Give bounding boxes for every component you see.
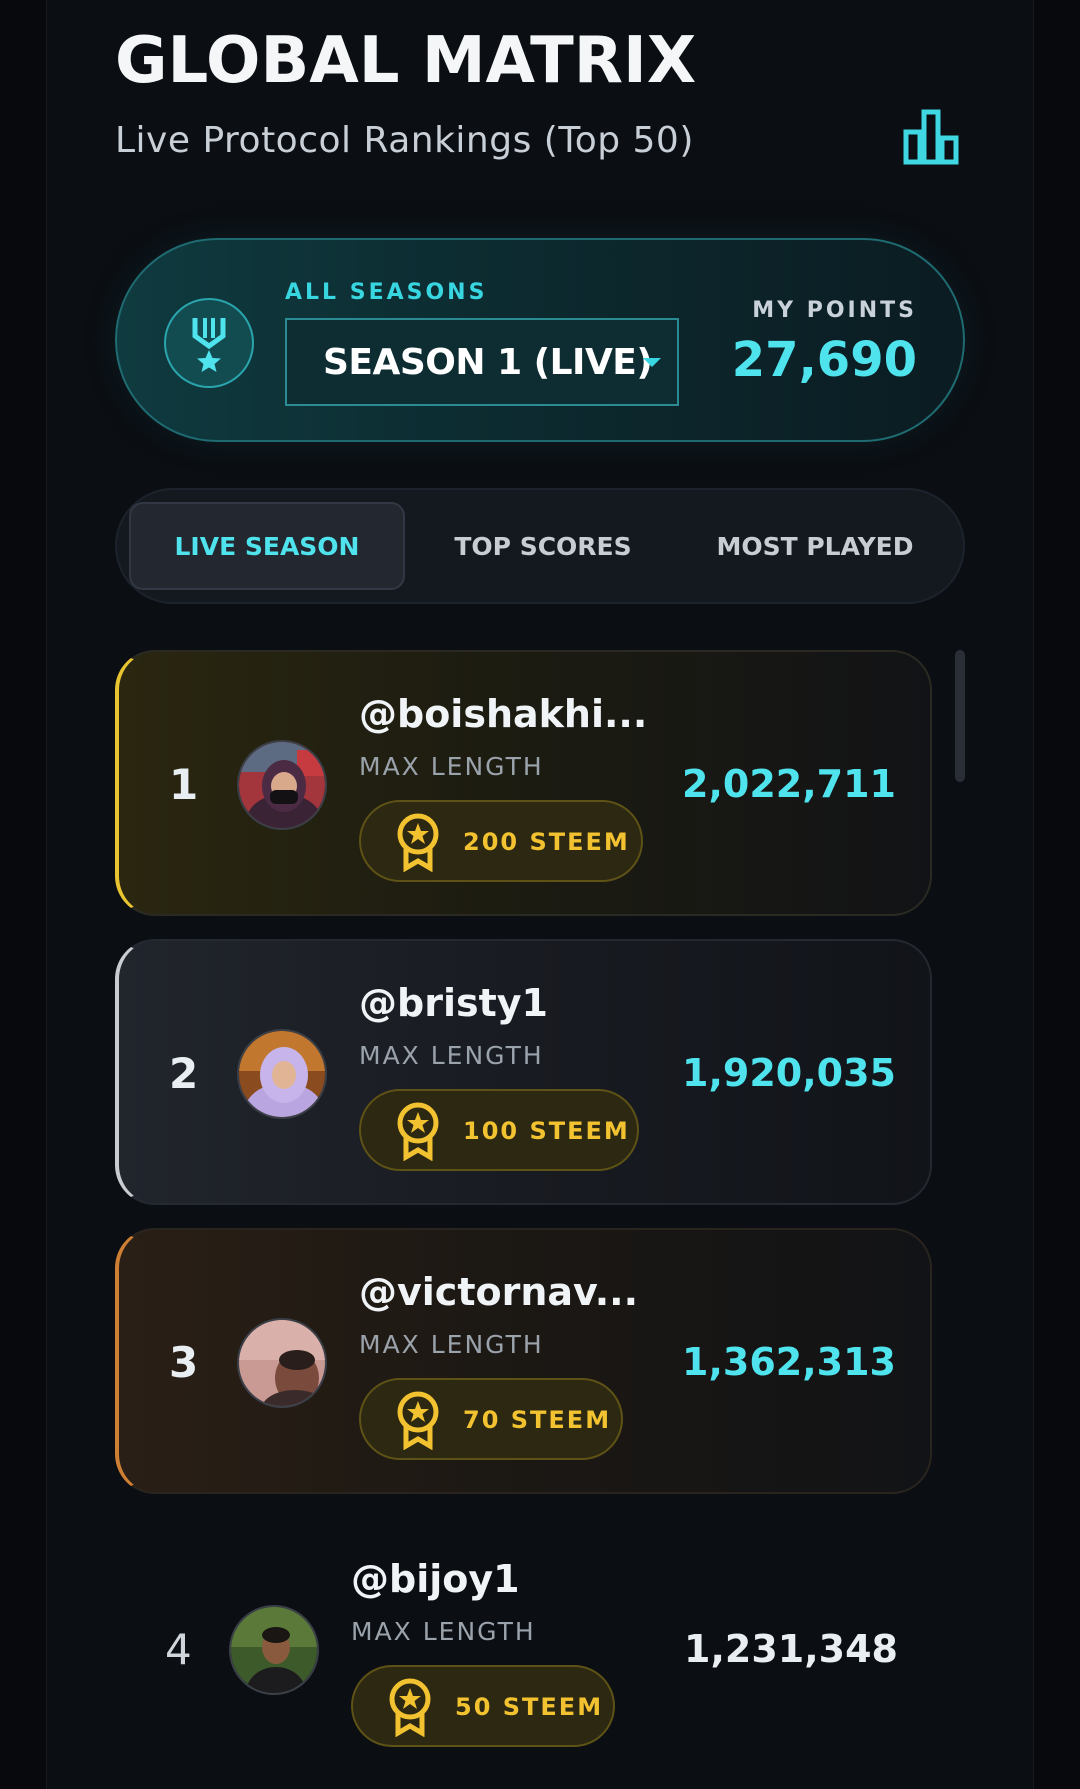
rank-number: 3 (169, 1338, 199, 1387)
bar-chart-icon[interactable] (900, 108, 962, 166)
username[interactable]: @victornav... (359, 1270, 638, 1314)
avatar (229, 1605, 319, 1695)
prize-amount: 70 STEEM (463, 1406, 612, 1434)
award-icon (397, 1102, 439, 1161)
avatar (237, 1318, 327, 1408)
metric-label: MAX LENGTH (359, 1041, 544, 1070)
medal-icon (164, 298, 254, 388)
rank-number: 2 (169, 1049, 199, 1098)
season-select[interactable]: SEASON 1 (LIVE) (285, 318, 679, 406)
prize-amount: 200 STEEM (463, 828, 630, 856)
season-select-value: SEASON 1 (LIVE) (323, 342, 653, 383)
prize-badge: 200 STEEM (359, 800, 643, 882)
award-icon (397, 1391, 439, 1450)
avatar (237, 740, 327, 830)
my-points-value: 27,690 (731, 332, 917, 388)
tab-top-scores[interactable]: TOP SCORES (405, 502, 681, 590)
season-card: ALL SEASONS SEASON 1 (LIVE) MY POINTS 27… (115, 238, 965, 442)
page-title: GLOBAL MATRIX (115, 24, 697, 98)
scrollbar[interactable] (955, 650, 965, 782)
leaderboard-row[interactable]: 4 @bijoy1 MAX LENGTH 50 STEEM 1,231,348 (115, 1517, 932, 1783)
metric-label: MAX LENGTH (359, 752, 544, 781)
leaderboard-row[interactable]: 1 @boishakhi... MAX LENGTH 200 STEEM 2,0… (115, 650, 932, 916)
prize-badge: 70 STEEM (359, 1378, 623, 1460)
prize-badge: 100 STEEM (359, 1089, 639, 1171)
score-value: 1,231,348 (684, 1627, 898, 1671)
rank-number: 1 (169, 760, 199, 809)
tab-live-season[interactable]: LIVE SEASON (129, 502, 405, 590)
page-subtitle: Live Protocol Rankings (Top 50) (115, 120, 694, 161)
score-value: 2,022,711 (682, 762, 896, 806)
tab-most-played[interactable]: MOST PLAYED (677, 502, 953, 590)
award-icon (397, 813, 439, 872)
score-value: 1,920,035 (682, 1051, 896, 1095)
rank-number: 4 (165, 1625, 192, 1674)
leaderboard-row[interactable]: 2 @bristy1 MAX LENGTH 100 STEEM 1,920,03… (115, 939, 932, 1205)
prize-amount: 50 STEEM (455, 1693, 604, 1721)
tab-bar: LIVE SEASON TOP SCORES MOST PLAYED (115, 488, 965, 604)
avatar (237, 1029, 327, 1119)
prize-badge: 50 STEEM (351, 1665, 615, 1747)
username[interactable]: @bristy1 (359, 981, 548, 1025)
award-icon (389, 1678, 431, 1737)
metric-label: MAX LENGTH (359, 1330, 544, 1359)
caret-down-icon (643, 358, 661, 367)
metric-label: MAX LENGTH (351, 1617, 536, 1646)
prize-amount: 100 STEEM (463, 1117, 630, 1145)
username[interactable]: @boishakhi... (359, 692, 647, 736)
leaderboard-row[interactable]: 3 @victornav... MAX LENGTH 70 STEEM 1,36… (115, 1228, 932, 1494)
score-value: 1,362,313 (682, 1340, 896, 1384)
username[interactable]: @bijoy1 (351, 1557, 520, 1601)
all-seasons-label: ALL SEASONS (285, 280, 488, 305)
my-points-label: MY POINTS (752, 298, 917, 323)
